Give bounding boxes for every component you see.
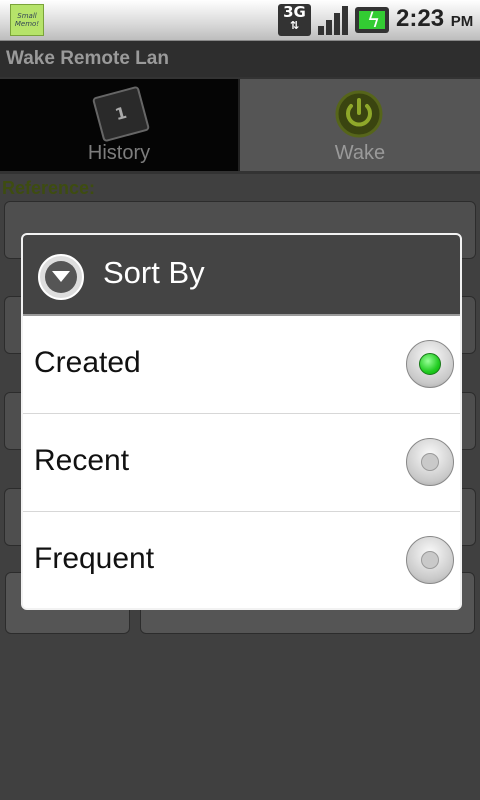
sort-option-label: Recent <box>34 444 130 477</box>
notification-app-label: Small Memo! <box>14 12 40 28</box>
clock: 2:23 PM <box>396 5 473 33</box>
dialog-header: Sort By <box>23 235 460 316</box>
power-icon <box>335 90 383 138</box>
sort-option-label: Frequent <box>34 542 155 575</box>
tab-history[interactable]: 1 History <box>0 79 240 171</box>
reference-label: Reference: <box>2 178 96 198</box>
sort-by-dialog: Sort By Created Recent Frequent <box>21 233 462 610</box>
clock-time: 2:23 <box>396 5 445 32</box>
dropdown-arrow-icon <box>38 254 84 300</box>
sort-option-recent[interactable]: Recent <box>23 414 460 512</box>
sort-options-list: Created Recent Frequent <box>23 316 460 608</box>
app-title: Wake Remote Lan <box>0 41 480 77</box>
tab-bar: 1 History Wake <box>0 79 480 171</box>
sort-option-created[interactable]: Created <box>23 316 460 414</box>
tab-wake-label: Wake <box>334 142 386 164</box>
sort-option-label: Created <box>34 346 141 379</box>
network-3g-icon: 3G ⇅ <box>278 4 311 36</box>
sort-option-frequent[interactable]: Frequent <box>23 512 460 608</box>
radio-button[interactable] <box>406 438 454 486</box>
battery-charging-icon: ϟ <box>355 7 389 33</box>
dialog-title: Sort By <box>103 255 205 290</box>
small-memo-notification-icon[interactable]: Small Memo! <box>10 4 44 36</box>
data-activity-arrows-icon: ⇅ <box>289 19 300 32</box>
radio-button-checked[interactable] <box>406 340 454 388</box>
network-type-label: 3G <box>283 3 306 21</box>
history-icon: 1 <box>91 85 151 143</box>
status-bar: Small Memo! 3G ⇅ ϟ 2:23 PM <box>0 0 480 41</box>
radio-button[interactable] <box>406 536 454 584</box>
tab-history-label: History <box>87 142 151 164</box>
clock-ampm: PM <box>450 13 474 30</box>
tab-wake[interactable]: Wake <box>240 79 480 171</box>
signal-strength-icon <box>318 6 348 35</box>
